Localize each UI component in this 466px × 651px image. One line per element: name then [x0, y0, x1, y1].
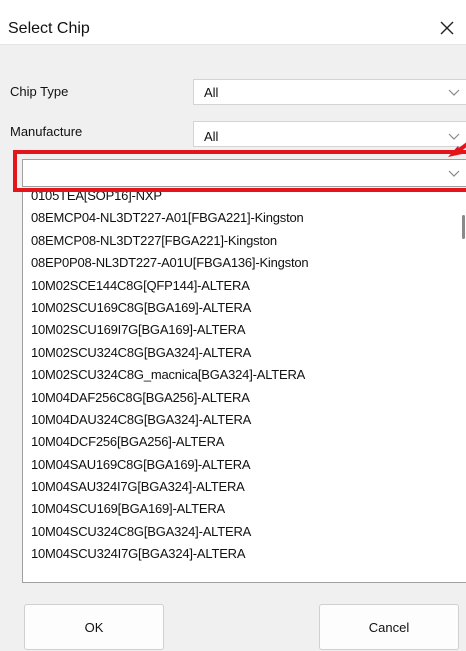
chip-list-item[interactable]: 10M04DAF256C8G[BGA256]-ALTERA [23, 387, 443, 409]
chip-list-item[interactable]: 10M04SCU169[BGA169]-ALTERA [23, 498, 443, 520]
close-button[interactable] [434, 14, 460, 42]
manufacture-value: All [204, 129, 219, 144]
chevron-down-icon [448, 89, 460, 96]
chip-list-item[interactable]: 10M02SCU324C8G[BGA324]-ALTERA [23, 342, 443, 364]
chip-list[interactable]: 0105TEA[SOP16]-NXP 08EMCP04-NL3DT227-A01[… [22, 190, 466, 583]
chip-list-item[interactable]: 10M04SAU324I7G[BGA324]-ALTERA [23, 476, 443, 498]
select-chip-dialog: Select Chip Chip Type All Manufacture Al… [0, 0, 466, 651]
ok-button-label: OK [84, 619, 104, 635]
chip-list-item[interactable]: 10M02SCU324C8G_macnica[BGA324]-ALTERA [23, 364, 443, 386]
chip-type-value: All [204, 85, 219, 100]
chip-list-item[interactable]: 10M04SCU324C8G[BGA324]-ALTERA [23, 521, 443, 543]
manufacture-dropdown[interactable]: All [193, 121, 466, 147]
chip-search-input[interactable] [27, 163, 431, 185]
cancel-button[interactable]: Cancel [319, 604, 459, 650]
manufacture-label: Manufacture [10, 124, 83, 139]
title-bar: Select Chip [0, 0, 466, 45]
list-scrollbar[interactable] [462, 215, 465, 239]
chip-list-item[interactable]: 10M04SAU169C8G[BGA169]-ALTERA [23, 454, 443, 476]
close-icon [440, 21, 454, 35]
dialog-title: Select Chip [8, 20, 90, 37]
chip-list-item[interactable]: 10M02SCE144C8G[QFP144]-ALTERA [23, 275, 443, 297]
chevron-down-icon [448, 133, 460, 140]
chip-list-item[interactable]: 0105TEA[SOP16]-NXP [23, 191, 443, 207]
chip-list-items: 0105TEA[SOP16]-NXP 08EMCP04-NL3DT227-A01[… [23, 191, 443, 566]
ok-button[interactable]: OK [24, 604, 164, 650]
chip-list-item[interactable]: 08EP0P08-NL3DT227-A01U[FBGA136]-Kingston [23, 252, 443, 274]
chip-list-item[interactable]: 10M04SCU324I7G[BGA324]-ALTERA [23, 543, 443, 565]
chip-list-item[interactable]: 08EMCP04-NL3DT227-A01[FBGA221]-Kingston [23, 207, 443, 229]
chevron-down-icon[interactable] [447, 166, 461, 180]
chip-list-item[interactable]: 08EMCP08-NL3DT227[FBGA221]-Kingston [23, 230, 443, 252]
chip-list-item[interactable]: 10M02SCU169I7G[BGA169]-ALTERA [23, 319, 443, 341]
chip-list-item[interactable]: 10M02SCU169C8G[BGA169]-ALTERA [23, 297, 443, 319]
chip-type-label: Chip Type [10, 84, 69, 99]
chip-list-item[interactable]: 10M04DCF256[BGA256]-ALTERA [23, 431, 443, 453]
chip-search-combobox[interactable] [22, 159, 466, 187]
cancel-button-label: Cancel [368, 619, 410, 635]
chip-list-item[interactable]: 10M04DAU324C8G[BGA324]-ALTERA [23, 409, 443, 431]
chip-type-dropdown[interactable]: All [193, 79, 466, 105]
